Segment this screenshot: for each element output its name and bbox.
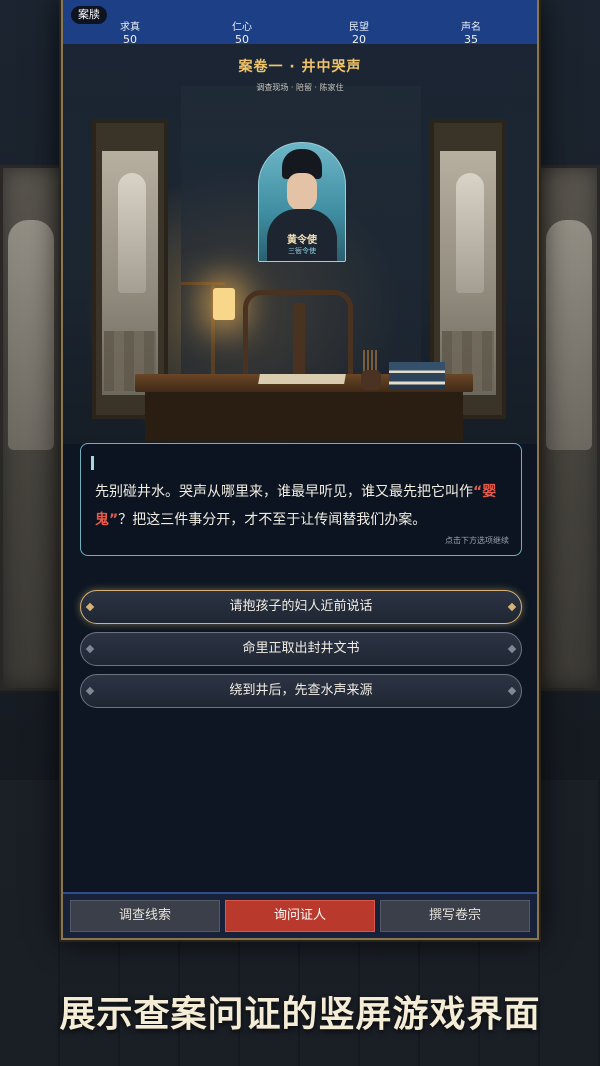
desk-body — [145, 392, 463, 442]
option-button[interactable]: 绕到井后，先查水声来源 — [80, 674, 522, 708]
tab-question-witness[interactable]: 询问证人 — [225, 900, 375, 932]
dialogue-text-part2: ？把这三件事分开，才不至于让传闻替我们办案。 — [118, 512, 427, 528]
background-figure-left — [8, 220, 54, 450]
stat-reputation: 声名 35 — [441, 22, 501, 46]
character-portrait[interactable]: 黄令使 三衙令使 — [258, 142, 346, 262]
lamp-arm — [181, 282, 225, 285]
character-name: 黄令使 — [287, 235, 317, 246]
character-role: 三衙令使 — [288, 247, 316, 255]
study-room-scene: 黄令使 三衙令使 — [63, 44, 537, 444]
text-caret — [91, 456, 94, 470]
stats-bar: 案牍 求真 50 仁心 50 民望 20 声名 35 — [63, 0, 537, 46]
tab-investigate-clues[interactable]: 调查线索 — [70, 900, 220, 932]
chair-slat — [293, 303, 305, 383]
dialogue-hint: 点击下方选项继续 — [445, 536, 509, 545]
painted-lady — [456, 173, 484, 293]
stat-benevolence: 仁心 50 — [212, 22, 272, 46]
stat-truth: 求真 50 — [100, 22, 160, 46]
option-button[interactable]: 命里正取出封井文书 — [80, 632, 522, 666]
lantern-icon — [213, 288, 235, 320]
brush-pot — [361, 370, 381, 390]
background-figure-right — [546, 220, 592, 450]
dialogue-text: 先别碰井水。哭声从哪里来，谁最早听见，谁又最先把它叫作“婴鬼”？把这三件事分开，… — [95, 478, 515, 534]
game-screen: 案牍 求真 50 仁心 50 民望 20 声名 35 黄令使 三衙令使 案卷一 … — [61, 0, 539, 940]
stat-public-opinion: 民望 20 — [329, 22, 389, 46]
painted-lady — [118, 173, 146, 293]
case-title: 案卷一 · 井中哭声 — [238, 59, 362, 75]
chair — [243, 290, 353, 384]
tab-write-dossier[interactable]: 撰写卷宗 — [380, 900, 530, 932]
face — [287, 173, 317, 211]
brushes — [363, 350, 379, 372]
bottom-tab-bar: 调查线索 询问证人 撰写卷宗 — [63, 892, 537, 938]
case-subtitle: 调查现场 · 陪留 · 陈家住 — [256, 83, 344, 92]
paper-sheet — [258, 374, 346, 384]
promo-caption: 展示查案问证的竖屏游戏界面 — [59, 993, 541, 1035]
dialogue-text-part1: 先别碰井水。哭声从哪里来，谁最早听见，谁又最先把它叫作 — [95, 484, 473, 500]
book-stack — [389, 362, 445, 390]
dialogue-box[interactable]: 先别碰井水。哭声从哪里来，谁最早听见，谁又最先把它叫作“婴鬼”？把这三件事分开，… — [80, 443, 522, 556]
option-button[interactable]: 请抱孩子的妇人近前说话 — [80, 590, 522, 624]
